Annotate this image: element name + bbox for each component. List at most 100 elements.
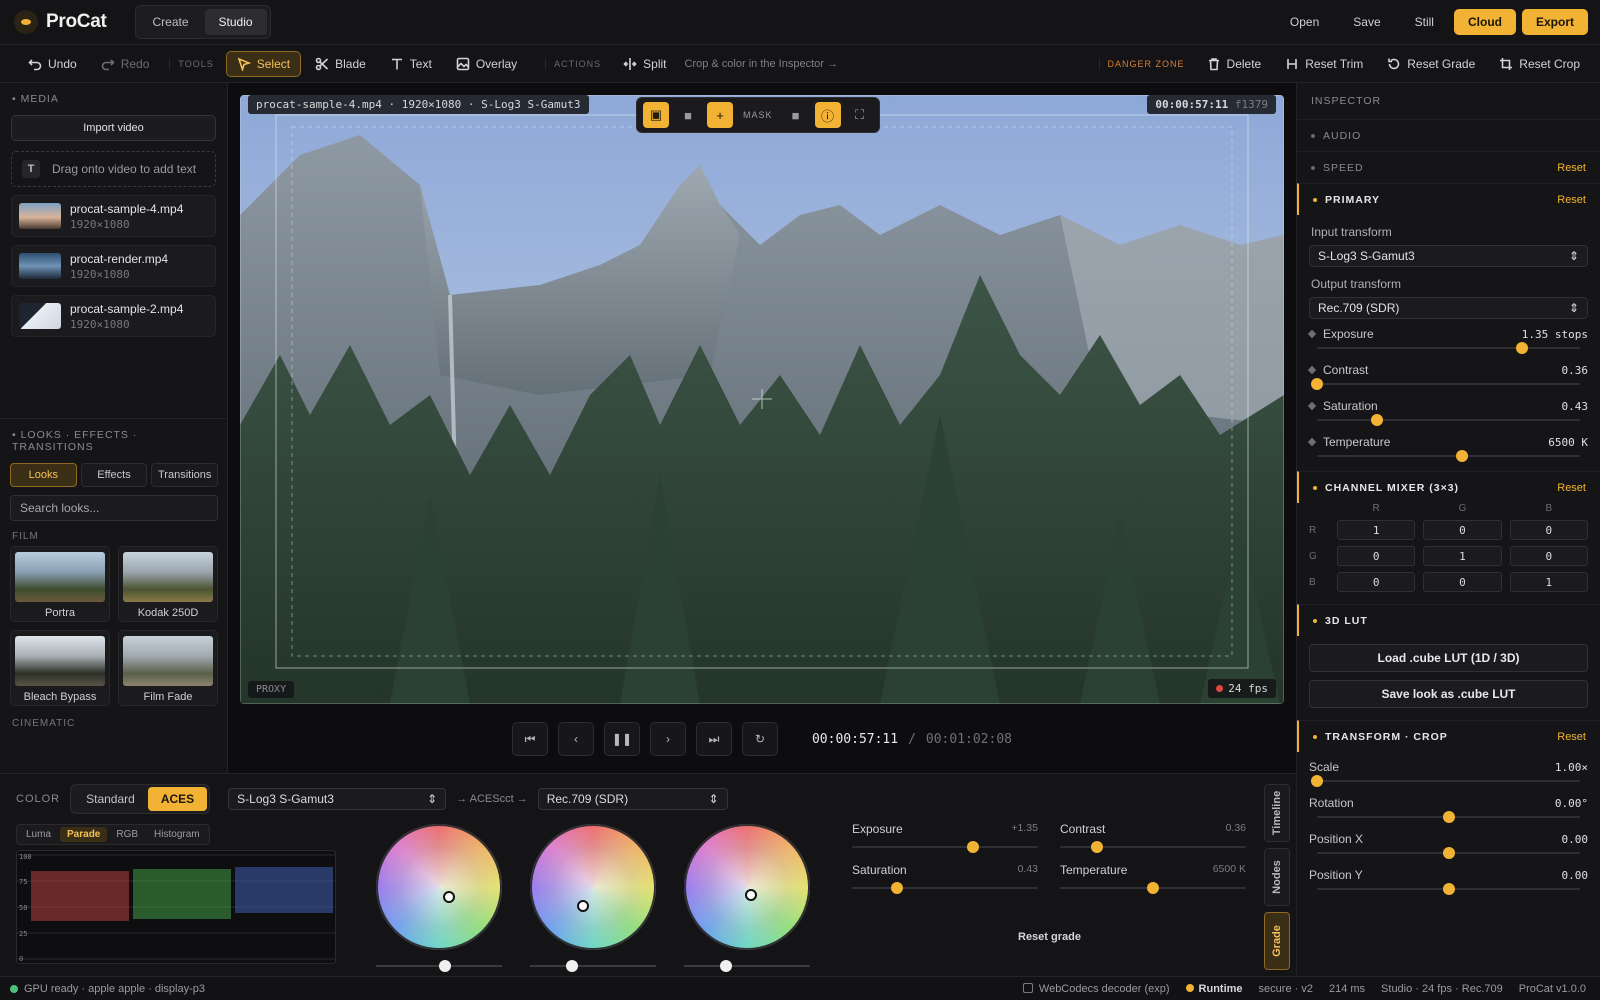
scope-tab-histogram[interactable]: Histogram — [147, 827, 207, 842]
tab-timeline[interactable]: Timeline — [1264, 784, 1290, 842]
text-drop-zone[interactable]: T Drag onto video to add text — [11, 151, 216, 187]
skip-to-start-icon[interactable]: ⏮ — [511, 722, 548, 756]
split-button[interactable]: Split — [613, 52, 676, 76]
media-section-header[interactable]: • MEDIA — [0, 83, 227, 115]
slider-knob[interactable] — [890, 882, 903, 894]
mixer-value-input[interactable]: 1 — [1423, 546, 1502, 566]
step-forward-icon[interactable]: › — [649, 722, 686, 756]
slider-knob[interactable] — [966, 841, 979, 853]
mixer-value-input[interactable]: 1 — [1509, 572, 1588, 592]
primary-reset-button[interactable]: Reset — [1557, 194, 1586, 206]
looks-section-header[interactable]: • LOOKS · EFFECTS · TRANSITIONS — [0, 419, 228, 463]
select-tool-button[interactable]: Select — [225, 50, 302, 77]
mask-toggle-icon[interactable]: ■ — [783, 102, 809, 128]
color-output-select[interactable]: Rec.709 (SDR) ⇕ — [537, 788, 728, 810]
tab-looks[interactable]: Looks — [10, 463, 77, 487]
mixer-value-input[interactable]: 0 — [1509, 546, 1588, 566]
cloud-button[interactable]: Cloud — [1453, 9, 1516, 35]
pause-icon[interactable]: ❚❚ — [603, 722, 640, 756]
blade-tool-button[interactable]: Blade — [305, 52, 376, 76]
wheel-luma-slider[interactable] — [376, 960, 502, 972]
transform-section-header[interactable]: TRANSFORM · CROP Reset — [1297, 720, 1600, 752]
info-icon[interactable]: ⓘ — [814, 102, 841, 128]
webcodecs-toggle[interactable]: WebCodecs decoder (exp) — [1022, 982, 1170, 995]
save-lut-button[interactable]: Save look as .cube LUT — [1309, 680, 1588, 708]
wheel-handle[interactable] — [744, 888, 757, 901]
tab-nodes[interactable]: Nodes — [1264, 848, 1290, 906]
scope-tab-luma[interactable]: Luma — [19, 827, 58, 842]
square-mask-icon[interactable]: ■ — [675, 102, 701, 128]
slider-track[interactable] — [852, 840, 1038, 854]
mode-create-tab[interactable]: Create — [139, 9, 203, 35]
slider-track[interactable] — [1060, 840, 1246, 854]
fullscreen-icon[interactable]: ⛶ — [847, 102, 873, 128]
slider-knob[interactable] — [1311, 775, 1323, 787]
wheel-handle[interactable] — [576, 899, 589, 912]
speed-reset-button[interactable]: Reset — [1557, 162, 1586, 174]
slider-track[interactable] — [1309, 413, 1588, 427]
speed-section-header[interactable]: SPEED Reset — [1297, 151, 1600, 183]
tab-grade[interactable]: Grade — [1264, 912, 1290, 970]
slider-track[interactable] — [1309, 449, 1588, 463]
video-frame[interactable]: procat-sample-4.mp4 · 1920×1080 · S-Log3… — [240, 95, 1284, 704]
slider-track[interactable] — [852, 881, 1038, 895]
reset-trim-button[interactable]: Reset Trim — [1275, 52, 1373, 76]
media-item[interactable]: procat-sample-4.mp4 1920×1080 — [11, 195, 216, 237]
step-back-icon[interactable]: ‹ — [557, 722, 594, 756]
search-looks-input[interactable]: Search looks... — [10, 495, 218, 521]
tab-effects[interactable]: Effects — [80, 463, 148, 487]
scope-tab-rgb[interactable]: RGB — [109, 827, 145, 842]
channel-mixer-section-header[interactable]: CHANNEL MIXER (3×3) Reset — [1297, 471, 1600, 503]
slider-knob[interactable] — [1442, 811, 1455, 823]
mixer-value-input[interactable]: 0 — [1423, 572, 1502, 592]
save-button[interactable]: Save — [1339, 8, 1394, 36]
look-card[interactable]: Kodak 250D — [118, 546, 218, 622]
color-input-select[interactable]: S-Log3 S-Gamut3 ⇕ — [228, 788, 447, 810]
reset-grade-button[interactable]: Reset grade — [1018, 931, 1081, 943]
slider-track[interactable] — [1309, 341, 1588, 355]
delete-button[interactable]: Delete — [1197, 52, 1272, 76]
slider-knob[interactable] — [1091, 841, 1104, 853]
open-button[interactable]: Open — [1276, 8, 1333, 36]
standard-mode-button[interactable]: Standard — [73, 787, 148, 811]
slider-knob[interactable] — [565, 960, 578, 972]
slider-knob[interactable] — [1455, 450, 1468, 462]
import-video-button[interactable]: Import video — [11, 115, 216, 141]
skip-to-end-icon[interactable]: ⏭ — [695, 722, 732, 756]
output-transform-select[interactable]: Rec.709 (SDR) ⇕ — [1309, 297, 1588, 319]
slider-track[interactable] — [1309, 846, 1588, 860]
aces-mode-button[interactable]: ACES — [147, 787, 208, 811]
mixer-value-input[interactable]: 0 — [1509, 520, 1588, 540]
slider-knob[interactable] — [1147, 882, 1159, 894]
reset-crop-button[interactable]: Reset Crop — [1489, 52, 1590, 76]
lut-section-header[interactable]: 3D LUT — [1297, 604, 1600, 636]
still-button[interactable]: Still — [1401, 8, 1448, 36]
overlay-tool-button[interactable]: Overlay — [446, 52, 527, 76]
slider-knob[interactable] — [1371, 414, 1384, 426]
primary-section-header[interactable]: PRIMARY Reset — [1297, 183, 1600, 215]
export-button[interactable]: Export — [1521, 9, 1588, 35]
redo-button[interactable]: Redo — [91, 52, 160, 76]
keyframe-diamond-icon[interactable] — [1307, 401, 1317, 411]
keyframe-diamond-icon[interactable] — [1307, 329, 1317, 339]
color-wheel[interactable] — [376, 824, 502, 950]
crosshair-icon[interactable]: + — [707, 102, 733, 128]
media-item[interactable]: procat-sample-2.mp4 1920×1080 — [11, 295, 216, 337]
slider-knob[interactable] — [1311, 378, 1323, 390]
slider-track[interactable] — [1309, 810, 1588, 824]
slider-track[interactable] — [1309, 377, 1588, 391]
wheel-handle[interactable] — [443, 891, 456, 904]
reset-grade-button[interactable]: Reset Grade — [1377, 52, 1485, 76]
undo-button[interactable]: Undo — [18, 52, 87, 76]
channel-mixer-reset-button[interactable]: Reset — [1557, 482, 1586, 494]
slider-knob[interactable] — [1442, 847, 1455, 859]
slider-track[interactable] — [1060, 881, 1246, 895]
text-tool-button[interactable]: Text — [380, 52, 442, 76]
mode-studio-tab[interactable]: Studio — [204, 9, 267, 35]
wheel-luma-slider[interactable] — [684, 960, 810, 972]
load-lut-button[interactable]: Load .cube LUT (1D / 3D) — [1309, 644, 1588, 672]
color-wheel[interactable] — [530, 824, 656, 950]
audio-section-header[interactable]: AUDIO — [1297, 119, 1600, 151]
look-card[interactable]: Film Fade — [118, 630, 218, 706]
keyframe-diamond-icon[interactable] — [1307, 365, 1317, 375]
